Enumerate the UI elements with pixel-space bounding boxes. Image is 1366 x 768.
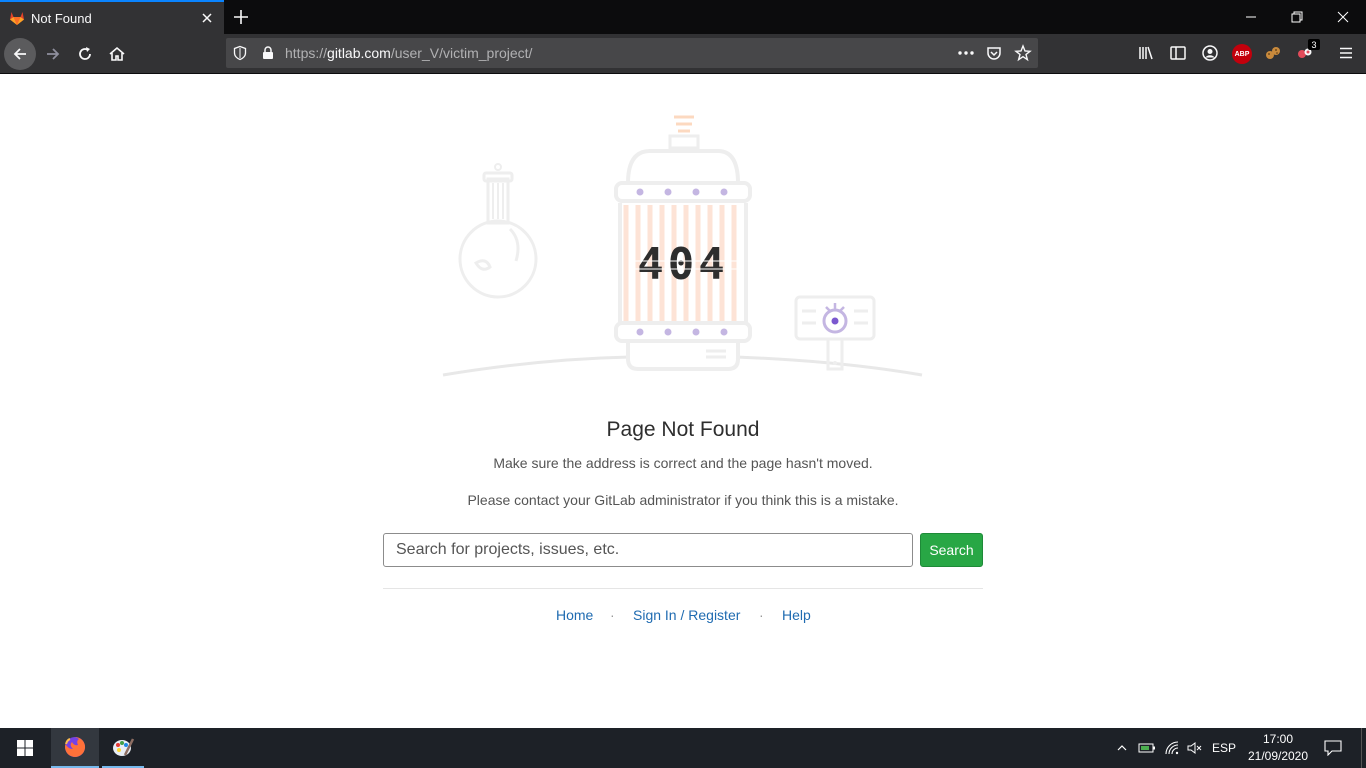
divider: [383, 588, 983, 589]
url-text[interactable]: https://gitlab.com/user_V/victim_project…: [285, 45, 532, 61]
account-icon[interactable]: [1201, 44, 1219, 62]
home-link[interactable]: Home: [556, 607, 593, 623]
lock-icon[interactable]: [260, 45, 276, 61]
clock-time: 17:00: [1262, 732, 1294, 746]
url-prefix: https://: [285, 45, 328, 61]
clock-date: 21/09/2020: [1247, 749, 1309, 763]
page-content: 404 Page Not Found Make sure the address…: [0, 75, 1366, 728]
windows-taskbar: ESP 17:00 21/09/2020: [0, 728, 1366, 768]
cookie-icon[interactable]: [1264, 44, 1282, 62]
error-code: 404: [637, 239, 728, 290]
system-clock[interactable]: 17:00 21/09/2020: [1244, 731, 1312, 765]
start-button[interactable]: [2, 728, 48, 768]
extension-badge: 3: [1308, 39, 1320, 50]
wifi-icon[interactable]: [1163, 728, 1181, 768]
contact-admin-message: Please contact your GitLab administrator…: [467, 492, 899, 508]
link-separator: ·: [610, 607, 615, 623]
notification-center-icon[interactable]: [1322, 728, 1344, 768]
show-desktop-button[interactable]: [1361, 728, 1366, 768]
sidebar-icon[interactable]: [1169, 44, 1187, 62]
close-window-icon[interactable]: [1333, 7, 1353, 27]
gitlab-icon: [9, 10, 25, 26]
adblock-plus-icon[interactable]: ABP: [1232, 44, 1252, 64]
page-title: Page Not Found: [606, 418, 760, 441]
forward-icon[interactable]: [43, 44, 63, 64]
link-separator: ·: [759, 607, 764, 623]
firefox-taskbar-icon[interactable]: [51, 728, 99, 768]
library-icon[interactable]: [1137, 44, 1155, 62]
search-input[interactable]: [383, 533, 913, 567]
url-host: gitlab.com: [327, 45, 391, 61]
back-button[interactable]: [4, 38, 36, 70]
close-tab-icon[interactable]: [199, 10, 215, 26]
battery-icon[interactable]: [1138, 728, 1156, 768]
tab-not-found[interactable]: Not Found: [0, 0, 224, 34]
pocket-icon[interactable]: [986, 45, 1002, 61]
url-bar[interactable]: https://gitlab.com/user_V/victim_project…: [226, 38, 1038, 68]
volume-muted-icon[interactable]: [1185, 728, 1203, 768]
minimize-icon[interactable]: [1241, 7, 1261, 27]
hamburger-menu-icon[interactable]: [1337, 44, 1355, 62]
new-tab-icon[interactable]: [231, 7, 251, 27]
paint-taskbar-icon[interactable]: [102, 728, 144, 768]
url-path: /user_V/victim_project/: [390, 45, 533, 61]
restore-icon[interactable]: [1287, 7, 1307, 27]
reload-icon[interactable]: [75, 44, 95, 64]
navigation-toolbar: https://gitlab.com/user_V/victim_project…: [0, 34, 1366, 74]
address-message: Make sure the address is correct and the…: [493, 455, 873, 471]
search-button[interactable]: Search: [920, 533, 983, 567]
help-link[interactable]: Help: [782, 607, 811, 623]
tab-title: Not Found: [31, 11, 92, 26]
show-hidden-icons-chevron-icon[interactable]: [1114, 728, 1130, 768]
not-found-illustration: 404: [442, 115, 923, 377]
bookmark-star-icon[interactable]: [1014, 44, 1032, 62]
page-actions-icon[interactable]: [957, 45, 975, 61]
tab-bar: Not Found: [0, 0, 1366, 34]
input-language[interactable]: ESP: [1210, 728, 1238, 768]
sign-in-register-link[interactable]: Sign In / Register: [633, 607, 740, 623]
home-icon[interactable]: [107, 44, 127, 64]
tracking-protection-shield-icon[interactable]: [232, 45, 248, 61]
